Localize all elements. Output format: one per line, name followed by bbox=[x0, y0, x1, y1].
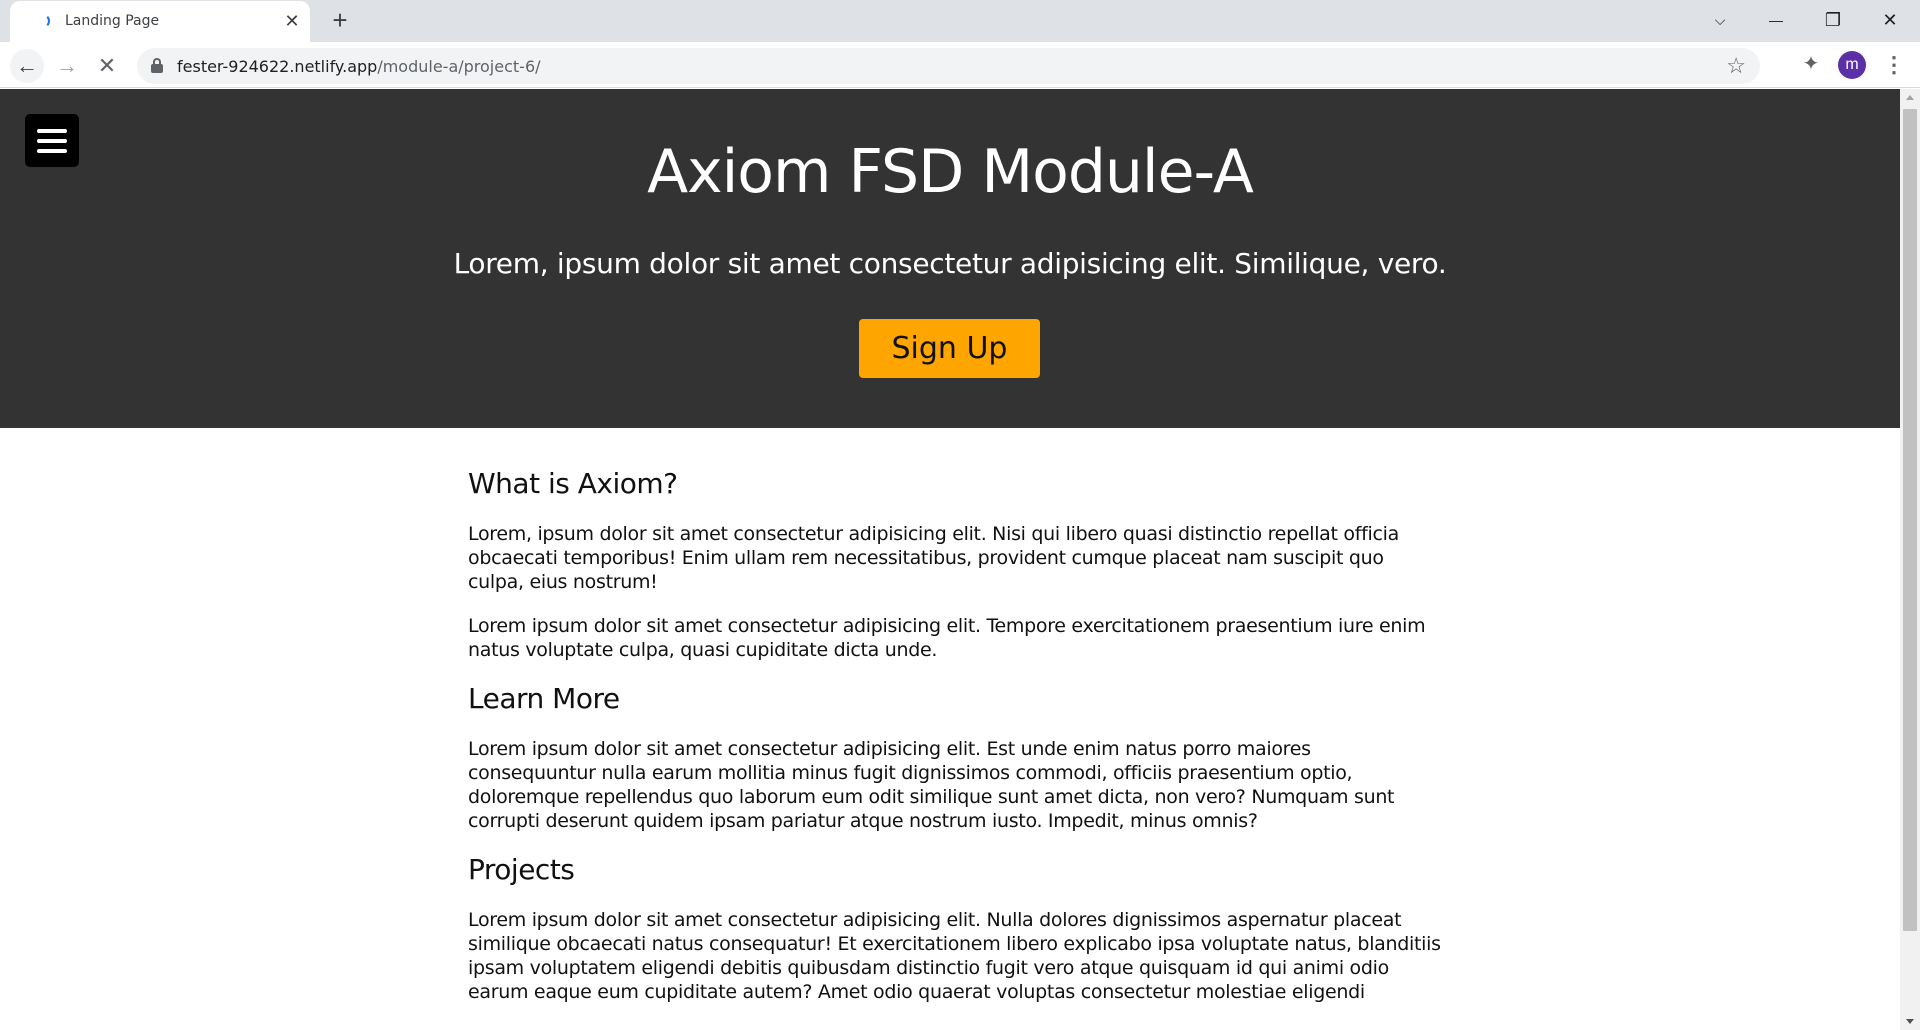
tab-strip: Landing Page ✕ + ⌵ — ❐ ✕ bbox=[0, 0, 1920, 42]
back-arrow-icon[interactable]: ← bbox=[10, 49, 44, 83]
scroll-up-arrow-icon[interactable] bbox=[1906, 95, 1914, 100]
main-content: What is Axiom? Lorem, ipsum dolor sit am… bbox=[468, 467, 1443, 1024]
section-heading-what-is-axiom: What is Axiom? bbox=[468, 467, 678, 500]
restore-icon[interactable]: ❐ bbox=[1813, 4, 1853, 36]
minimize-icon[interactable]: — bbox=[1756, 4, 1796, 36]
more-vert-icon[interactable]: ⋮ bbox=[1882, 50, 1906, 80]
url-host: fester-924622.netlify.app bbox=[177, 57, 378, 76]
avatar[interactable]: m bbox=[1838, 51, 1866, 79]
url-path: /module-a/project-6/ bbox=[377, 57, 541, 76]
stop-icon[interactable]: ✕ bbox=[90, 49, 124, 83]
tab-title: Landing Page bbox=[65, 13, 160, 29]
tab-landing-page[interactable]: Landing Page ✕ bbox=[10, 1, 310, 42]
new-tab-button[interactable]: + bbox=[326, 7, 354, 35]
hero-subtitle: Lorem, ipsum dolor sit amet consectetur … bbox=[453, 247, 1447, 280]
extensions-puzzle-icon[interactable]: ✦ bbox=[1797, 51, 1825, 79]
lock-icon[interactable] bbox=[151, 58, 163, 73]
url-text[interactable]: fester-924622.netlify.app/module-a/proje… bbox=[177, 57, 541, 76]
section-paragraph: Lorem ipsum dolor sit amet consectetur a… bbox=[468, 615, 1426, 661]
browser-toolbar: ← → ✕ fester-924622.netlify.app/module-a… bbox=[0, 42, 1920, 88]
scroll-thumb[interactable] bbox=[1903, 109, 1917, 931]
window-close-icon[interactable]: ✕ bbox=[1870, 4, 1910, 36]
loading-spinner-icon bbox=[36, 14, 50, 28]
forward-arrow-icon[interactable]: → bbox=[50, 49, 84, 83]
star-icon[interactable]: ☆ bbox=[1726, 53, 1746, 79]
address-bar[interactable]: fester-924622.netlify.app/module-a/proje… bbox=[137, 48, 1760, 84]
scroll-down-arrow-icon[interactable] bbox=[1906, 1019, 1914, 1024]
section-paragraph: Lorem, ipsum dolor sit amet consectetur … bbox=[468, 523, 1399, 593]
hero-title: Axiom FSD Module-A bbox=[647, 137, 1254, 207]
section-heading-learn-more: Learn More bbox=[468, 682, 620, 715]
tab-close-icon[interactable]: ✕ bbox=[280, 9, 304, 33]
page-viewport: Axiom FSD Module-A Lorem, ipsum dolor si… bbox=[0, 89, 1900, 1030]
sign-up-button[interactable]: Sign Up bbox=[859, 319, 1040, 378]
section-paragraph: Lorem ipsum dolor sit amet consectetur a… bbox=[468, 738, 1395, 832]
page-scrollbar[interactable] bbox=[1900, 89, 1920, 1030]
section-heading-projects: Projects bbox=[468, 853, 575, 886]
tab-search-icon[interactable]: ⌵ bbox=[1700, 4, 1740, 36]
hero-section: Axiom FSD Module-A Lorem, ipsum dolor si… bbox=[0, 89, 1900, 428]
section-paragraph: Lorem ipsum dolor sit amet consectetur a… bbox=[468, 909, 1441, 1003]
